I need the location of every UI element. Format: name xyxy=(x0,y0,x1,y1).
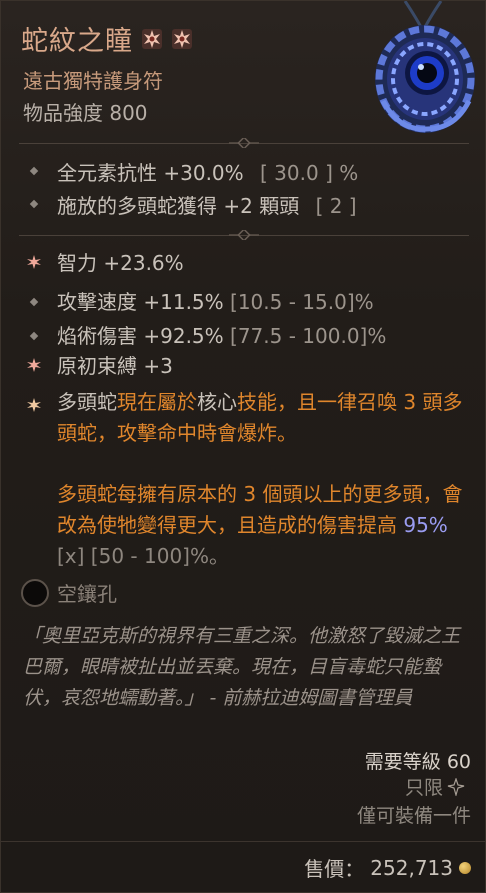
dot-icon xyxy=(29,199,39,209)
class-restriction: 只限 xyxy=(405,773,465,800)
empty-socket-label: 空鑲孔 xyxy=(57,582,117,606)
implicit-row: 施放的多頭蛇獲得 +2 顆頭 [ 2 ] xyxy=(57,190,357,219)
legendary-text: 多頭蛇每擁有原本的 3 個頭以上的更多頭，會改為使牠變得更大，且造成的傷害提高 xyxy=(57,482,463,537)
implicit-range: [ 2 ] xyxy=(315,194,357,218)
affix-range: [10.5 - 15.0]% xyxy=(230,290,374,314)
gold-coin-icon xyxy=(459,861,471,874)
implicit-range: [ 30.0 ] % xyxy=(260,161,359,185)
affix-text: 攻擊速度 +11.5% xyxy=(57,290,224,314)
legendary-power-text: 多頭蛇現在屬於核心技能，且一律召喚 3 頭多頭蛇，攻擊命中時會爆炸。 xyxy=(57,387,467,449)
flavor-text: 「奧里亞克斯的視界有三重之深。他激怒了毀滅之王巴爾，眼睛被扯出並丟棄。現在，目盲… xyxy=(23,625,461,709)
item-name: 蛇紋之瞳 xyxy=(21,26,133,57)
dot-icon xyxy=(29,297,39,307)
serpent-eye-amulet-icon xyxy=(375,1,475,133)
implicit-text: 全元素抗性 +30.0% xyxy=(57,161,244,185)
item-tooltip: 蛇紋之瞳 遠古獨特護身符 物品強度 800 全元素抗性 +30.0% [30.… xyxy=(0,0,486,893)
footer-divider xyxy=(1,841,486,842)
item-power-value: 800 xyxy=(109,101,148,125)
legendary-roll-range: [50 - 100]%。 xyxy=(84,544,229,568)
legendary-keyword: 核心 xyxy=(197,390,237,414)
sell-price-label: 售價： xyxy=(304,857,365,881)
sell-price: 售價： 252,713 xyxy=(304,853,471,882)
dot-icon xyxy=(29,331,39,341)
implicit-row: 全元素抗性 +30.0% [ 30.0 ] % xyxy=(57,157,358,186)
sorcerer-class-icon xyxy=(447,777,465,796)
item-power: 物品強度 800 xyxy=(23,97,148,126)
dot-icon xyxy=(29,166,39,176)
affix-row: 智力 +23.6% xyxy=(57,247,184,276)
legendary-roll-x: [x] xyxy=(57,544,85,568)
ancestral-star-icon xyxy=(142,28,162,49)
unique-equipped-text: 僅可裝備一件 xyxy=(356,805,471,827)
class-restriction-label: 只限 xyxy=(404,777,443,799)
affix-row: 焰術傷害 +92.5% [77.5 - 100.0]% xyxy=(57,320,386,349)
greater-affix-star-icon xyxy=(27,255,41,269)
affix-text: 焰術傷害 +92.5% xyxy=(57,324,224,348)
section-divider xyxy=(19,138,469,148)
level-requirement: 需要等級 60 xyxy=(364,751,471,773)
affix-range: [77.5 - 100.0]% xyxy=(230,324,387,348)
legendary-aspect-icon xyxy=(27,398,41,412)
legendary-text: 現在屬於 xyxy=(117,390,197,414)
sell-price-value: 252,713 xyxy=(370,855,453,880)
affix-row: 攻擊速度 +11.5% [10.5 - 15.0]% xyxy=(57,286,374,315)
legendary-text: 技能 xyxy=(237,390,277,414)
affix-row: 原初束縛 +3 xyxy=(57,350,173,379)
legendary-roll-value: 95% xyxy=(403,513,448,537)
item-type: 遠古獨特護身符 xyxy=(23,69,163,93)
implicit-text: 施放的多頭蛇獲得 +2 顆頭 xyxy=(57,194,300,218)
greater-affix-star-icon xyxy=(27,358,41,372)
affix-text: 原初束縛 +3 xyxy=(57,354,173,378)
legendary-text: 多頭蛇 xyxy=(57,390,117,414)
empty-socket-icon xyxy=(21,579,49,607)
item-title: 蛇紋之瞳 xyxy=(21,19,193,58)
legendary-power-text-2: 多頭蛇每擁有原本的 3 個頭以上的更多頭，會改為使牠變得更大，且造成的傷害提高 … xyxy=(57,479,467,572)
section-divider xyxy=(19,230,469,240)
ancestral-star-icon xyxy=(172,28,192,49)
affix-text: 智力 +23.6% xyxy=(57,251,184,275)
item-power-label: 物品強度 xyxy=(23,101,103,125)
